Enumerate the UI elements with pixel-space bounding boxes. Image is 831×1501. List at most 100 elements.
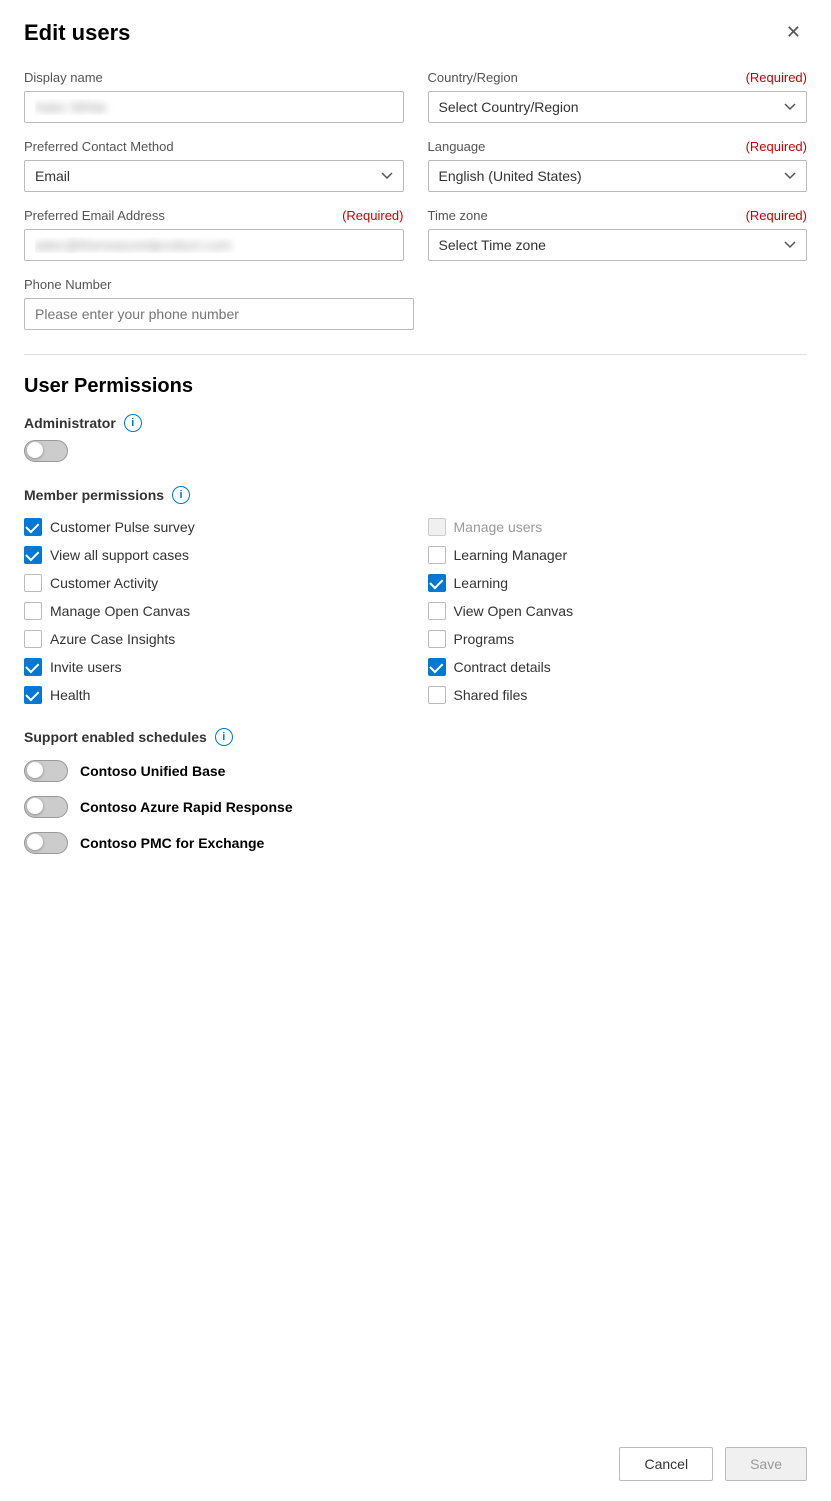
schedule-toggle-track[interactable] bbox=[24, 760, 68, 782]
display-name-input[interactable] bbox=[24, 91, 404, 123]
schedule-toggle-track[interactable] bbox=[24, 796, 68, 818]
member-info-icon[interactable]: i bbox=[172, 486, 190, 504]
schedule-item[interactable]: Contoso Azure Rapid Response bbox=[24, 796, 807, 818]
perm-item[interactable]: Health bbox=[24, 686, 404, 704]
checkbox[interactable] bbox=[24, 630, 42, 648]
schedule-toggle-thumb bbox=[27, 834, 43, 850]
contact-method-label: Preferred Contact Method bbox=[24, 139, 404, 154]
schedule-item[interactable]: Contoso PMC for Exchange bbox=[24, 832, 807, 854]
admin-toggle[interactable] bbox=[24, 440, 68, 462]
schedule-label: Contoso Azure Rapid Response bbox=[80, 799, 293, 815]
perm-item[interactable]: Azure Case Insights bbox=[24, 630, 404, 648]
perm-text: Shared files bbox=[454, 687, 528, 703]
perm-text: View all support cases bbox=[50, 547, 189, 563]
display-name-group: Display name bbox=[24, 70, 404, 123]
schedule-label: Contoso Unified Base bbox=[80, 763, 225, 779]
phone-label: Phone Number bbox=[24, 277, 414, 292]
perm-item[interactable]: Customer Activity bbox=[24, 574, 404, 592]
member-perm-label: Member permissions bbox=[24, 487, 164, 503]
email-label: Preferred Email Address (Required) bbox=[24, 208, 404, 223]
phone-group: Phone Number bbox=[24, 277, 414, 330]
contact-method-select[interactable]: Email bbox=[24, 160, 404, 192]
perm-item[interactable]: View Open Canvas bbox=[428, 602, 808, 620]
permissions-grid: Customer Pulse survey Manage users View al… bbox=[24, 518, 807, 704]
cancel-button[interactable]: Cancel bbox=[619, 1447, 713, 1481]
schedule-toggle-thumb bbox=[27, 798, 43, 814]
perm-item[interactable]: Programs bbox=[428, 630, 808, 648]
perm-text: Manage Open Canvas bbox=[50, 603, 190, 619]
language-required: (Required) bbox=[746, 139, 807, 154]
timezone-select[interactable]: Select Time zone bbox=[428, 229, 808, 261]
edit-users-panel: Edit users ✕ Display name Country/Region… bbox=[0, 0, 831, 1501]
language-label: Language (Required) bbox=[428, 139, 808, 154]
checkbox[interactable] bbox=[428, 574, 446, 592]
perm-text: Azure Case Insights bbox=[50, 631, 175, 647]
perm-item[interactable]: Learning bbox=[428, 574, 808, 592]
email-required: (Required) bbox=[342, 208, 403, 223]
perm-text: Health bbox=[50, 687, 90, 703]
checkbox[interactable] bbox=[428, 630, 446, 648]
perm-item[interactable]: Invite users bbox=[24, 658, 404, 676]
footer-buttons: Cancel Save bbox=[619, 1447, 807, 1481]
close-button[interactable]: ✕ bbox=[780, 20, 807, 45]
admin-label-row: Administrator i bbox=[24, 414, 807, 432]
perm-text: View Open Canvas bbox=[454, 603, 574, 619]
section-divider bbox=[24, 354, 807, 355]
checkbox[interactable] bbox=[24, 546, 42, 564]
perm-item[interactable]: Contract details bbox=[428, 658, 808, 676]
form-top-grid: Display name Country/Region (Required) S… bbox=[24, 70, 807, 261]
country-label: Country/Region (Required) bbox=[428, 70, 808, 85]
save-button[interactable]: Save bbox=[725, 1447, 807, 1481]
language-select[interactable]: English (United States) bbox=[428, 160, 808, 192]
perm-text: Learning bbox=[454, 575, 509, 591]
checkbox[interactable] bbox=[24, 602, 42, 620]
language-group: Language (Required) English (United Stat… bbox=[428, 139, 808, 192]
perm-text: Invite users bbox=[50, 659, 122, 675]
perm-item[interactable]: Manage Open Canvas bbox=[24, 602, 404, 620]
schedules-list: Contoso Unified Base Contoso Azure Rapid … bbox=[24, 760, 807, 854]
perm-item[interactable]: Customer Pulse survey bbox=[24, 518, 404, 536]
admin-toggle-thumb bbox=[27, 442, 43, 458]
perm-text: Programs bbox=[454, 631, 515, 647]
checkbox[interactable] bbox=[24, 658, 42, 676]
schedule-label: Contoso PMC for Exchange bbox=[80, 835, 264, 851]
schedules-label-row: Support enabled schedules i bbox=[24, 728, 807, 746]
checkbox[interactable] bbox=[428, 658, 446, 676]
perm-item[interactable]: Manage users bbox=[428, 518, 808, 536]
checkbox[interactable] bbox=[24, 518, 42, 536]
timezone-group: Time zone (Required) Select Time zone bbox=[428, 208, 808, 261]
checkbox[interactable] bbox=[24, 574, 42, 592]
admin-info-icon[interactable]: i bbox=[124, 414, 142, 432]
panel-header: Edit users ✕ bbox=[24, 20, 807, 46]
perm-item[interactable]: Shared files bbox=[428, 686, 808, 704]
perm-text: Contract details bbox=[454, 659, 551, 675]
country-required: (Required) bbox=[746, 70, 807, 85]
checkbox[interactable] bbox=[428, 602, 446, 620]
checkbox bbox=[428, 518, 446, 536]
email-group: Preferred Email Address (Required) bbox=[24, 208, 404, 261]
perm-item[interactable]: Learning Manager bbox=[428, 546, 808, 564]
checkbox[interactable] bbox=[24, 686, 42, 704]
country-group: Country/Region (Required) Select Country… bbox=[428, 70, 808, 123]
perm-text: Customer Activity bbox=[50, 575, 158, 591]
phone-input[interactable] bbox=[24, 298, 414, 330]
permissions-title: User Permissions bbox=[24, 375, 807, 398]
schedule-toggle-track[interactable] bbox=[24, 832, 68, 854]
timezone-label: Time zone (Required) bbox=[428, 208, 808, 223]
checkbox[interactable] bbox=[428, 686, 446, 704]
panel-title: Edit users bbox=[24, 20, 130, 46]
perm-text: Manage users bbox=[454, 519, 543, 535]
display-name-label: Display name bbox=[24, 70, 404, 85]
schedule-toggle-thumb bbox=[27, 762, 43, 778]
admin-toggle-track[interactable] bbox=[24, 440, 68, 462]
member-perm-label-row: Member permissions i bbox=[24, 486, 807, 504]
email-input[interactable] bbox=[24, 229, 404, 261]
checkbox[interactable] bbox=[428, 546, 446, 564]
perm-text: Customer Pulse survey bbox=[50, 519, 195, 535]
perm-item[interactable]: View all support cases bbox=[24, 546, 404, 564]
admin-label: Administrator bbox=[24, 415, 116, 431]
schedules-info-icon[interactable]: i bbox=[215, 728, 233, 746]
schedule-item[interactable]: Contoso Unified Base bbox=[24, 760, 807, 782]
user-permissions-section: User Permissions Administrator i Member … bbox=[24, 375, 807, 704]
country-select[interactable]: Select Country/Region bbox=[428, 91, 808, 123]
